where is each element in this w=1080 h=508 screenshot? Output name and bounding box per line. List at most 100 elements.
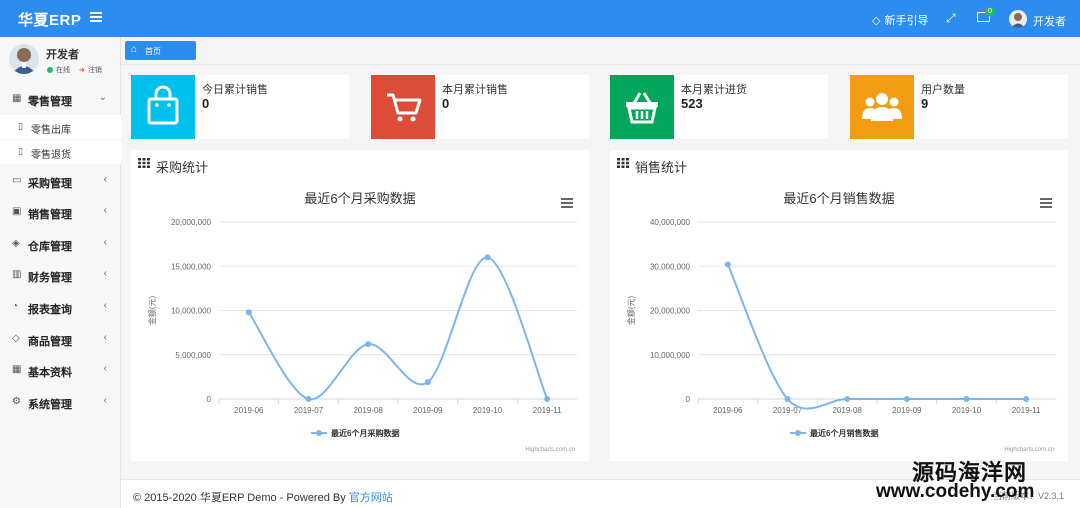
- card-icon-box: [371, 75, 435, 139]
- menu-bar: [1040, 198, 1052, 200]
- footer-link[interactable]: 官方网站: [349, 492, 393, 504]
- sales-stats-panel: 销售统计 最近6个月销售数据 0 10,000,000 20,000,000 30,00…: [610, 150, 1068, 461]
- sidebar-item-retail[interactable]: ▦ 零售管理 ⌄: [0, 86, 121, 112]
- sidebar-item-sales[interactable]: ▣ 销售管理 ‹: [0, 199, 121, 225]
- card-icon-box: [131, 75, 195, 139]
- logout-link[interactable]: 注销: [88, 65, 102, 75]
- legend-label: 最近6个月销售数据: [810, 428, 878, 438]
- y-tick-label: 20,000,000: [650, 307, 691, 316]
- user-panel: 开发者 在线 ➜ 注销: [0, 37, 121, 83]
- gear-icon: ⚙: [12, 396, 21, 407]
- y-tick-label: 10,000,000: [171, 307, 212, 316]
- legend-marker: [316, 430, 322, 436]
- document-icon: ▯: [18, 146, 23, 156]
- data-point: [365, 341, 372, 348]
- x-tick-label: 2019-10: [952, 406, 982, 415]
- x-tick-label: 2019-06: [234, 406, 264, 415]
- guide-label: 新手引导: [884, 15, 929, 27]
- sidebar-item-warehouse[interactable]: ◈ 仓库管理 ‹: [0, 231, 121, 257]
- y-axis-label: 金额(元): [626, 296, 636, 326]
- tab-home[interactable]: ⌂ 首页: [125, 41, 196, 60]
- x-tick-label: 2019-11: [533, 406, 562, 415]
- y-tick-label: 15,000,000: [171, 262, 212, 271]
- data-point: [484, 254, 491, 261]
- stack-icon: ◇: [12, 333, 20, 344]
- diamond-icon: ◇: [872, 14, 881, 27]
- guide-button[interactable]: ◇ 新手引导: [872, 12, 928, 28]
- y-tick-label: 0: [686, 395, 691, 404]
- users-icon: [862, 93, 902, 121]
- monitor-icon: ▭: [12, 175, 22, 186]
- pie-icon: ◔: [12, 301, 19, 312]
- sidebar-item-system[interactable]: ⚙ 系统管理 ‹: [0, 389, 121, 415]
- menu-bar: [1040, 202, 1052, 204]
- data-point: [424, 379, 431, 386]
- menu-bar: [561, 198, 573, 200]
- sidebar-item-basic-data[interactable]: ▦ 基本资料 ‹: [0, 357, 121, 383]
- data-point: [1023, 396, 1030, 402]
- data-point: [844, 396, 851, 402]
- book-icon: ▥: [12, 269, 22, 280]
- menu-toggle-icon[interactable]: [90, 12, 102, 22]
- sidebar-item-products[interactable]: ◇ 商品管理 ‹: [0, 326, 121, 352]
- sidebar-subitem-retail-return[interactable]: ▯ 零售退货: [0, 140, 121, 164]
- sidebar-item-finance[interactable]: ▥ 财务管理 ‹: [0, 262, 121, 288]
- y-tick-label: 20,000,000: [171, 218, 212, 227]
- y-tick-label: 40,000,000: [650, 218, 691, 227]
- card-icon-box: [610, 75, 674, 139]
- avatar[interactable]: [1009, 10, 1027, 28]
- shopping-bag-icon: [147, 85, 179, 125]
- data-point: [903, 396, 910, 402]
- footer-text: © 2015-2020 华夏ERP Demo - Powered By 官方网站: [133, 489, 393, 505]
- purchase-stats-panel: 采购统计 最近6个月采购数据 0 5,000,000 10,000,000 15,000…: [131, 150, 589, 461]
- card-label: 本月累计销售: [442, 84, 508, 96]
- chevron-left-icon: ‹: [103, 237, 107, 248]
- chevron-left-icon: ‹: [103, 300, 107, 311]
- y-tick-label: 30,000,000: [650, 262, 691, 271]
- x-tick-label: 2019-06: [713, 406, 743, 415]
- watermark-line2: www.codehy.com: [876, 481, 1035, 502]
- chart-legend[interactable]: 最近6个月销售数据: [790, 428, 878, 438]
- chart-title: 最近6个月采购数据: [304, 191, 415, 206]
- chart-menu-icon[interactable]: [1040, 198, 1052, 208]
- top-navbar: 华夏ERP ◇ 新手引导 ⤢ 0 开发者: [0, 0, 1080, 37]
- watermark: 源码海洋网 www.codehy.com: [874, 453, 1080, 508]
- data-point: [724, 261, 731, 268]
- chevron-left-icon: ‹: [103, 395, 107, 406]
- chart-legend[interactable]: 最近6个月采购数据: [311, 428, 399, 438]
- y-tick-label: 0: [207, 395, 212, 404]
- stat-card-month-sales: 本月累计销售 0: [371, 75, 589, 139]
- data-point: [963, 396, 970, 402]
- chart-menu-icon[interactable]: [561, 198, 573, 208]
- chart-title: 最近6个月销售数据: [783, 191, 894, 206]
- data-point: [784, 396, 791, 402]
- card-value: 0: [442, 96, 450, 111]
- legend-marker: [795, 430, 801, 436]
- grid-icon: [617, 158, 629, 168]
- sidebar-item-purchase[interactable]: ▭ 采购管理 ‹: [0, 168, 121, 194]
- x-tick-label: 2019-11: [1012, 406, 1041, 415]
- sidebar-item-reports[interactable]: ◔ 报表查询 ‹: [0, 294, 121, 320]
- data-point: [544, 396, 551, 402]
- panel-header: 采购统计: [131, 150, 589, 178]
- chart-credits: Highcharts.com.cn: [525, 447, 575, 453]
- x-tick-label: 2019-10: [473, 406, 503, 415]
- panel-header: 销售统计: [610, 150, 1068, 178]
- card-label: 今日累计销售: [202, 84, 268, 96]
- series-line: [726, 264, 1027, 410]
- purchase-chart: 最近6个月采购数据 0 5,000,000 10,000,000 15,000,000 2…: [147, 191, 577, 453]
- stat-card-user-count: 用户数量 9: [850, 75, 1068, 139]
- data-point: [245, 309, 252, 316]
- brand-logo[interactable]: 华夏ERP: [18, 9, 81, 30]
- card-label: 本月累计进货: [681, 84, 747, 96]
- layers-icon: ◈: [12, 238, 20, 249]
- stat-card-today-sales: 今日累计销售 0: [131, 75, 349, 139]
- user-menu[interactable]: 开发者: [1033, 13, 1066, 29]
- fullscreen-icon[interactable]: ⤢: [946, 11, 956, 26]
- logout-icon[interactable]: ➜: [79, 66, 85, 74]
- x-tick-label: 2019-09: [892, 406, 922, 415]
- card-icon-box: [850, 75, 914, 139]
- series-line: [248, 256, 549, 401]
- sidebar-subitem-retail-out[interactable]: ▯ 零售出库: [0, 115, 121, 139]
- document-icon: ▯: [18, 121, 23, 131]
